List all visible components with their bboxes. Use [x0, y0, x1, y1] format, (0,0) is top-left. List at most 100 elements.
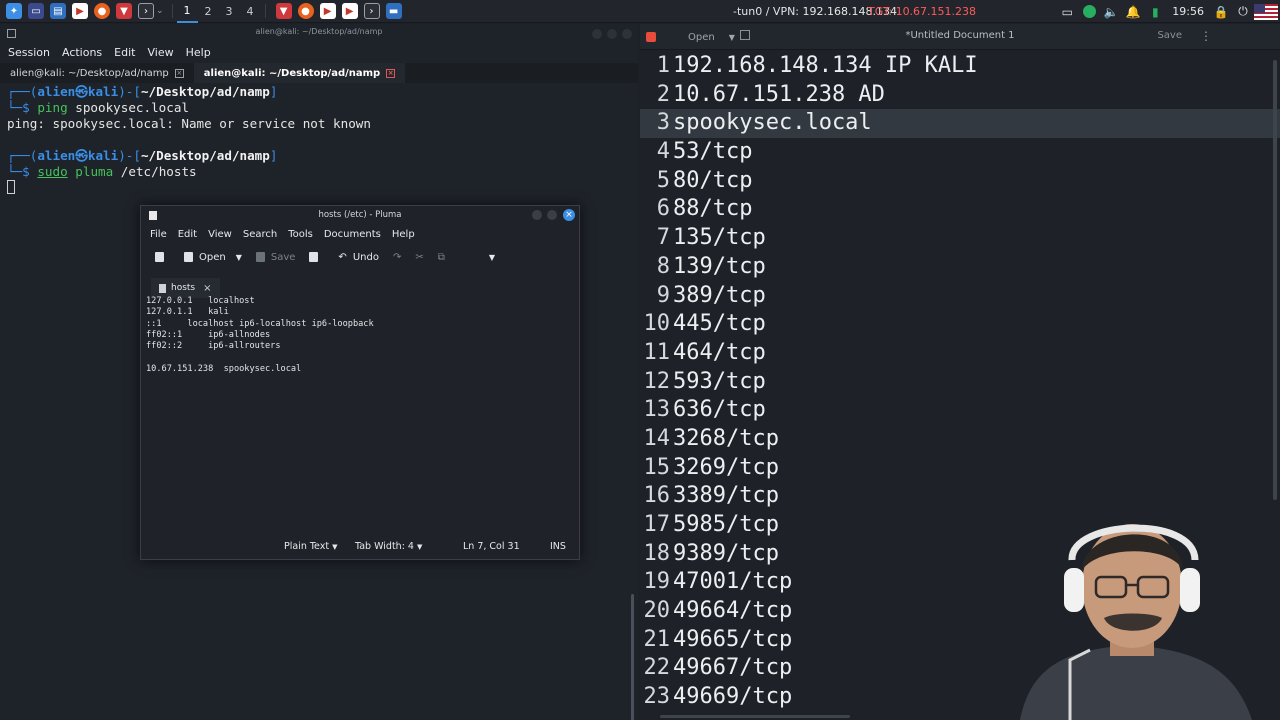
editor-line[interactable]: 12 593/tcp	[640, 368, 1280, 397]
cut-button[interactable]: ✂	[415, 252, 423, 263]
line-number: 8	[656, 253, 670, 279]
language-selector[interactable]: Plain Text ▼	[284, 541, 338, 552]
panel-separator	[264, 4, 266, 18]
menu-help[interactable]: Help	[186, 46, 211, 59]
terminal-tab-label: alien@kali: ~/Desktop/ad/namp	[203, 67, 381, 79]
chevron-down-icon[interactable]: ▼	[236, 253, 242, 262]
volume-icon[interactable]: 🔈	[1100, 0, 1122, 23]
pluma-tab-hosts[interactable]: hosts ×	[151, 278, 220, 298]
workspace-1[interactable]: 1	[176, 0, 198, 23]
editor-line[interactable]: 14 3268/tcp	[640, 425, 1280, 454]
chevron-down-icon[interactable]: ⌄	[156, 6, 164, 16]
line-number: 10	[643, 311, 671, 337]
battery-icon[interactable]: ▮	[1144, 0, 1166, 23]
tab-width-selector[interactable]: Tab Width: 4 ▼	[355, 541, 422, 552]
editor-line[interactable]: 15 3269/tcp	[640, 454, 1280, 483]
burp-icon[interactable]: ▼	[116, 3, 132, 19]
editor-line[interactable]: 4 53/tcp	[640, 138, 1280, 167]
editor-hscrollbar[interactable]	[660, 715, 850, 718]
editor-line[interactable]: 2 10.67.151.238 AD	[640, 81, 1280, 110]
editor-line[interactable]: 6 88/tcp	[640, 195, 1280, 224]
print-button[interactable]	[309, 252, 324, 262]
clock[interactable]: 19:56	[1166, 5, 1210, 18]
editor-line[interactable]: 5 80/tcp	[640, 167, 1280, 196]
editor-line[interactable]: 11 464/tcp	[640, 339, 1280, 368]
lock-icon[interactable]: 🔒	[1210, 0, 1232, 23]
menu-actions[interactable]: Actions	[62, 46, 102, 59]
hosts-text-area[interactable]: 127.0.0.1 localhost 127.0.1.1 kali ::1 l…	[146, 296, 576, 536]
screen-record-icon[interactable]	[1078, 0, 1100, 23]
pluma-close-button[interactable]: ×	[563, 209, 575, 221]
terminal-output[interactable]: ┌──(alien㉿kali)-[~/Desktop/ad/namp] └─$ …	[7, 84, 371, 196]
copy-icon: ⧉	[437, 251, 445, 263]
line-number: 15	[643, 454, 671, 480]
pluma-menu-search[interactable]: Search	[243, 229, 277, 240]
hamburger-menu-icon[interactable]: ⋮	[1200, 29, 1212, 43]
terminal-tab-2[interactable]: alien@kali: ~/Desktop/ad/namp ×	[193, 63, 406, 83]
terminal-icon[interactable]: ›	[138, 3, 154, 19]
tab-close-icon[interactable]: ×	[174, 68, 184, 78]
editor-line[interactable]: 13 636/tcp	[640, 396, 1280, 425]
redo-button[interactable]: ↷	[393, 252, 401, 263]
menu-view[interactable]: View	[147, 46, 173, 59]
terminal-scrollbar[interactable]	[631, 594, 634, 720]
cut-icon: ✂	[415, 251, 424, 263]
copy-button[interactable]: ⧉	[438, 252, 445, 263]
pdf-icon[interactable]: ▶	[72, 3, 88, 19]
pluma-menu-tools[interactable]: Tools	[288, 229, 313, 240]
menu-session[interactable]: Session	[8, 46, 50, 59]
save-button[interactable]: Save	[255, 252, 295, 263]
pluma-menu-view[interactable]: View	[208, 229, 232, 240]
pluma-menu-edit[interactable]: Edit	[178, 229, 197, 240]
show-desktop-icon[interactable]: ▭	[28, 3, 44, 19]
tab-close-icon[interactable]: ×	[203, 283, 211, 294]
kali-menu-icon[interactable]: ✦	[6, 3, 22, 19]
editor-line[interactable]: 3 spookysec.local	[640, 109, 1280, 139]
menu-edit[interactable]: Edit	[114, 46, 135, 59]
firefox-icon[interactable]: ●	[94, 3, 110, 19]
editor-line[interactable]: 8 139/tcp	[640, 253, 1280, 282]
task-pdf-icon[interactable]: ▶	[319, 3, 336, 19]
task-pluma-icon[interactable]: ▶	[341, 3, 358, 19]
pluma-minimize-button[interactable]	[532, 210, 542, 220]
editor-line[interactable]: 10 445/tcp	[640, 310, 1280, 339]
line-number: 20	[643, 598, 671, 624]
window-icon[interactable]: ▭	[1056, 0, 1078, 23]
undo-button[interactable]: ↶ Undo	[338, 252, 379, 263]
minimize-button[interactable]	[592, 29, 602, 39]
editor-line[interactable]: 1 192.168.148.134 IP KALI	[640, 52, 1280, 81]
file-manager-icon[interactable]: ▤	[50, 3, 66, 19]
workspace-2[interactable]: 2	[198, 5, 219, 18]
close-button[interactable]	[622, 29, 632, 39]
pluma-menu-file[interactable]: File	[150, 229, 167, 240]
terminal-tabbar: alien@kali: ~/Desktop/ad/namp × alien@ka…	[0, 63, 638, 83]
task-burp-icon[interactable]: ▼	[275, 3, 292, 19]
pluma-maximize-button[interactable]	[547, 210, 557, 220]
workspace-4[interactable]: 4	[240, 5, 261, 18]
notification-bell-icon[interactable]: 🔔	[1122, 0, 1144, 23]
pluma-menu-documents[interactable]: Documents	[324, 229, 381, 240]
task-terminal-icon[interactable]: ›	[363, 3, 380, 19]
editor-save-button[interactable]: Save	[1157, 30, 1182, 41]
line-text: 192.168.148.134 IP KALI	[673, 53, 978, 78]
toolbar-overflow-icon[interactable]: ▼	[489, 253, 495, 262]
maximize-button[interactable]	[607, 29, 617, 39]
prompt-host: kali	[87, 84, 119, 99]
pluma-menu-help[interactable]: Help	[392, 229, 415, 240]
new-document-icon	[155, 252, 164, 262]
editor-line[interactable]: 9 389/tcp	[640, 282, 1280, 311]
open-button[interactable]: Open ▼	[184, 252, 242, 263]
new-document-button[interactable]	[155, 252, 170, 262]
line-text: 49664/tcp	[673, 598, 793, 624]
us-flag-icon[interactable]	[1254, 3, 1278, 20]
task-folder-icon[interactable]: ▬	[385, 3, 402, 19]
terminal-tab-1[interactable]: alien@kali: ~/Desktop/ad/namp ×	[0, 63, 194, 83]
tab-close-icon[interactable]: ×	[386, 68, 396, 78]
workspace-3[interactable]: 3	[219, 5, 240, 18]
task-firefox-icon[interactable]: ●	[297, 3, 314, 19]
chevron-down-icon: ▼	[417, 543, 423, 551]
editor-scrollbar[interactable]	[1273, 60, 1277, 500]
editor-line[interactable]: 7 135/tcp	[640, 224, 1280, 253]
power-icon[interactable]: ⏻	[1232, 0, 1254, 23]
line-text: 593/tcp	[673, 368, 766, 394]
